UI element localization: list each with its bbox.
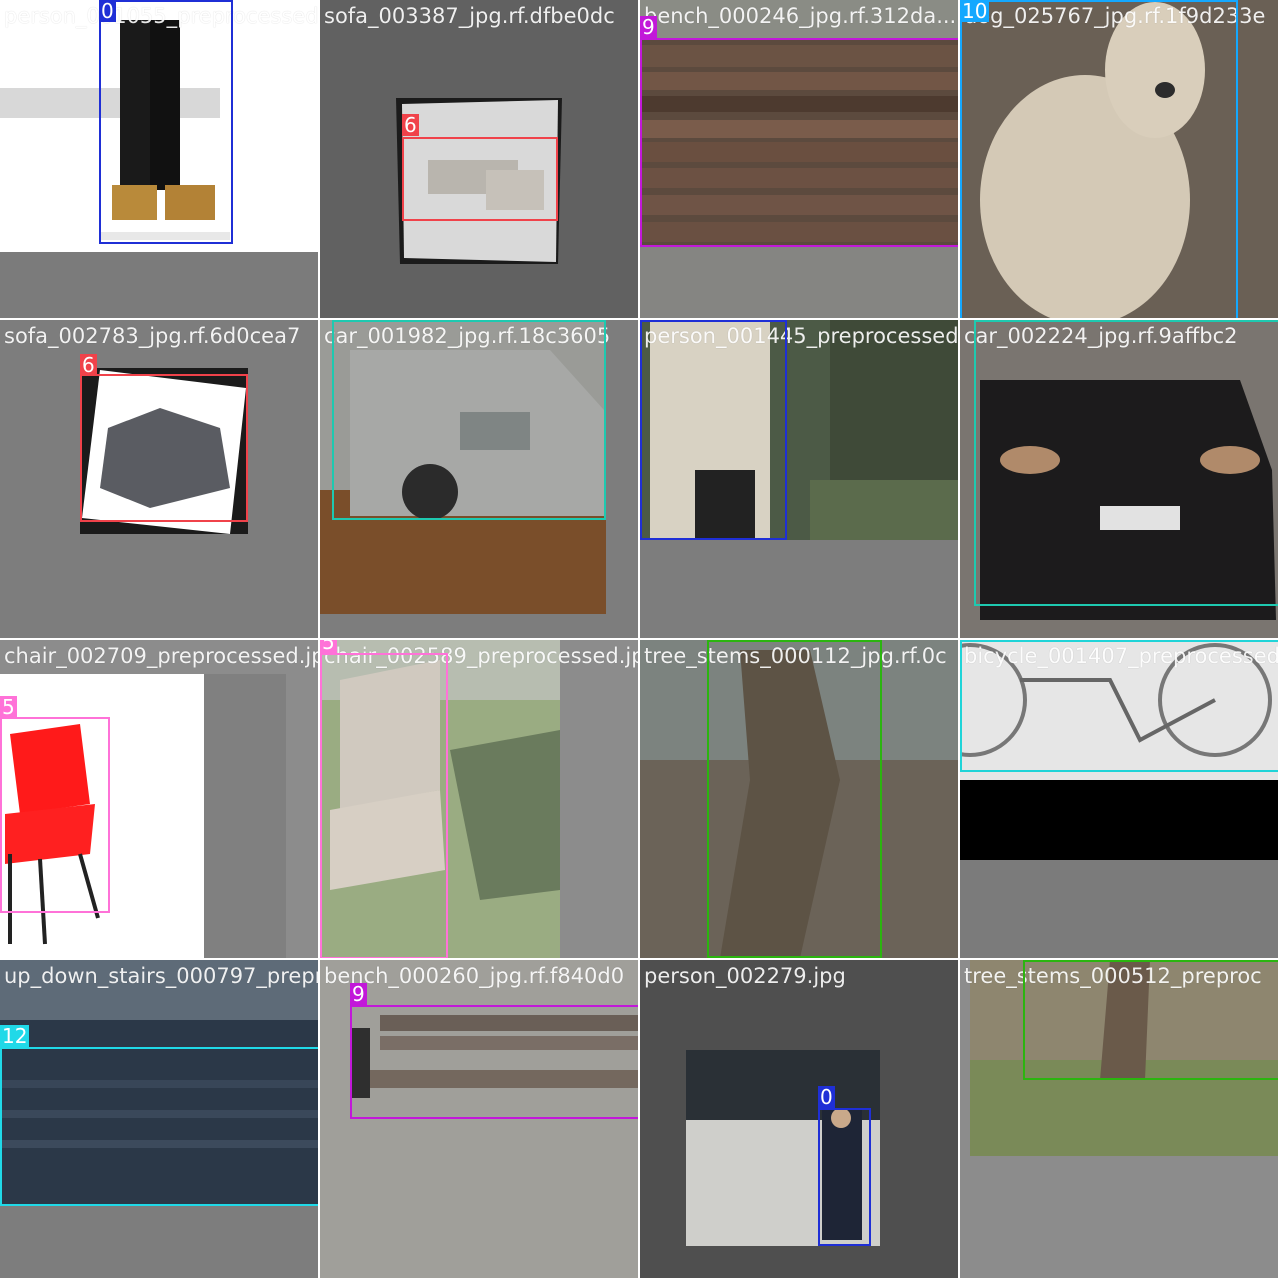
tile-person-1445: person_001445_preprocessed.jpg 0 xyxy=(640,320,958,638)
grid-divider xyxy=(0,958,1280,960)
tile-caption: bench_000260_jpg.rf.f840d0 xyxy=(324,964,625,988)
tile-chair-2709: chair_002709_preprocessed.jpg 5 xyxy=(0,640,318,958)
tile-person-2279: person_002279.jpg 0 xyxy=(640,960,958,1278)
tile-chair-2589: chair_002589_preprocessed.jpg 5 xyxy=(320,640,638,958)
class-label: 6 xyxy=(402,113,419,137)
tile-dog-25767: dog_025767_jpg.rf.1f9d233e 10 xyxy=(960,0,1278,318)
tile-caption: chair_002709_preprocessed.jpg xyxy=(4,644,318,668)
bounding-box xyxy=(402,137,558,221)
bounding-box xyxy=(332,320,606,520)
grid-divider xyxy=(638,0,640,1280)
tile-sofa-3387: sofa_003387_jpg.rf.dfbe0dc 6 xyxy=(320,0,638,318)
bounding-box xyxy=(320,653,448,958)
class-label: 0 xyxy=(99,0,116,23)
tile-bench-0246: bench_000246_jpg.rf.312da... 9 xyxy=(640,0,958,318)
tile-caption: sofa_002783_jpg.rf.6d0cea7 xyxy=(4,324,301,348)
mosaic-grid: person_001055_preprocessed.jpg 0 sofa_00… xyxy=(0,0,1280,1280)
class-label: 9 xyxy=(640,15,657,39)
bounding-box xyxy=(1023,960,1278,1080)
tile-stairs-0797: up_down_stairs_000797_preprocessed.jpg 1… xyxy=(0,960,318,1278)
bounding-box xyxy=(974,320,1278,606)
tile-sofa-2783: sofa_002783_jpg.rf.6d0cea7 6 xyxy=(0,320,318,638)
tile-car-1982: car_001982_jpg.rf.18c3605 3 xyxy=(320,320,638,638)
class-label: 10 xyxy=(960,0,990,23)
bounding-box xyxy=(960,0,1238,318)
bounding-box xyxy=(640,320,787,540)
bounding-box xyxy=(640,38,958,247)
class-label: 6 xyxy=(80,353,97,377)
bounding-box xyxy=(80,374,248,522)
tile-car-2224: car_002224_jpg.rf.9affbc2 3 xyxy=(960,320,1278,638)
class-label: 0 xyxy=(818,1085,835,1109)
bounding-box xyxy=(0,717,110,913)
tile-caption: sofa_003387_jpg.rf.dfbe0dc xyxy=(324,4,615,28)
grid-divider xyxy=(958,0,960,1280)
bounding-box xyxy=(818,1108,871,1246)
bounding-box xyxy=(0,1047,318,1206)
class-label: 5 xyxy=(0,695,17,719)
tile-bench-0260: bench_000260_jpg.rf.f840d0 9 xyxy=(320,960,638,1278)
bounding-box xyxy=(350,1005,638,1119)
class-label: 9 xyxy=(350,982,367,1006)
tile-caption: up_down_stairs_000797_preprocessed.jpg xyxy=(4,964,318,988)
grid-divider xyxy=(318,0,320,1280)
bounding-box xyxy=(960,640,1278,772)
tile-tree-0512: tree_stems_000512_preproc 13 xyxy=(960,960,1278,1278)
tile-caption: bench_000246_jpg.rf.312da... xyxy=(644,4,957,28)
bounding-box xyxy=(707,640,882,958)
tile-person-1055: person_001055_preprocessed.jpg 0 xyxy=(0,0,318,318)
class-label: 12 xyxy=(0,1024,30,1048)
tile-caption: person_002279.jpg xyxy=(644,964,846,988)
grid-divider xyxy=(0,638,1280,640)
class-label: 5 xyxy=(320,640,337,653)
tile-tree-0112: tree_stems_000112_jpg.rf.0c 13 xyxy=(640,640,958,958)
tile-bicycle-1407: bicycle_001407_preprocessed 1 xyxy=(960,640,1278,958)
bounding-box xyxy=(99,0,233,244)
grid-divider xyxy=(0,318,1280,320)
